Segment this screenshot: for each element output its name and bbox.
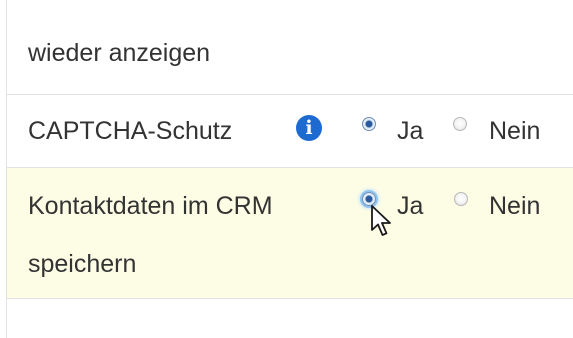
crm-nein-label[interactable]: Nein (489, 178, 540, 234)
crm-label-line-2: speichern (28, 250, 137, 278)
captcha-ja-label[interactable]: Ja (397, 103, 423, 159)
mouse-pointer-icon (371, 205, 391, 236)
crm-label-line-1: Kontaktdaten im CRM (28, 192, 273, 220)
captcha-nein-radio[interactable] (453, 117, 467, 131)
settings-panel: wieder anzeigen CAPTCHA-Schutz i Ja Nein… (0, 0, 573, 338)
settings-row-wieder-anzeigen: wieder anzeigen (7, 22, 573, 95)
settings-row-captcha: CAPTCHA-Schutz i Ja Nein (7, 95, 573, 168)
info-icon[interactable]: i (296, 115, 322, 141)
crm-ja-label[interactable]: Ja (397, 178, 423, 234)
settings-row-crm: Kontaktdaten im CRM speichern Ja Nein (7, 168, 573, 299)
captcha-ja-radio[interactable] (362, 117, 376, 131)
captcha-nein-label[interactable]: Nein (489, 103, 540, 159)
captcha-label: CAPTCHA-Schutz (28, 117, 233, 145)
crm-nein-radio[interactable] (454, 192, 468, 206)
row-label: wieder anzeigen (28, 39, 211, 67)
